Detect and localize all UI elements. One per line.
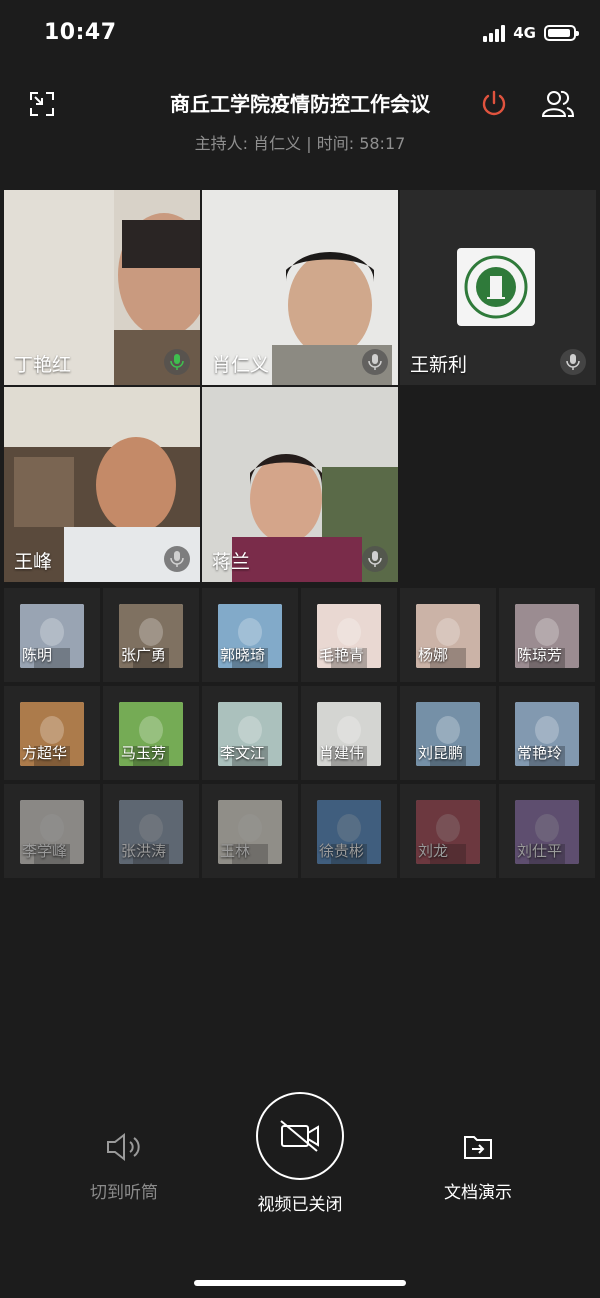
speaker-icon [107, 1132, 140, 1162]
share-document-icon [464, 1136, 492, 1159]
participant-thumbnail[interactable]: 王林 [202, 784, 298, 878]
power-icon[interactable] [474, 84, 514, 124]
participant-name: 马玉芳 [121, 744, 167, 762]
participant-name: 蒋兰 [212, 551, 251, 573]
participant-thumbnail[interactable]: 刘龙 [400, 784, 496, 878]
participant-name: 肖仁义 [212, 354, 270, 376]
participant-thumbnail[interactable]: 张洪涛 [103, 784, 199, 878]
participant-thumbnail[interactable]: 李学峰 [4, 784, 100, 878]
video-tile[interactable]: 蒋兰 [202, 387, 398, 582]
participant-name: 张洪涛 [121, 842, 167, 860]
participant-name: 张广勇 [121, 646, 167, 664]
participant-thumbnail[interactable]: 肖建伟 [301, 686, 397, 780]
participant-name: 李学峰 [22, 842, 68, 860]
participant-thumbnail[interactable]: 方超华 [4, 686, 100, 780]
participant-thumbnail[interactable]: 李文江 [202, 686, 298, 780]
participant-thumbnail[interactable]: 徐贵彬 [301, 784, 397, 878]
participant-name: 徐贵彬 [319, 842, 365, 860]
participant-name: 丁艳红 [14, 354, 72, 376]
participant-thumbnail[interactable]: 杨娜 [400, 588, 496, 682]
participant-thumbnail[interactable]: 常艳玲 [499, 686, 595, 780]
participant-thumbnail[interactable]: 郭晓琦 [202, 588, 298, 682]
video-tile[interactable]: 王新利 [400, 190, 596, 385]
participant-name: 杨娜 [418, 646, 449, 664]
microphone-icon [362, 349, 388, 375]
participants-icon[interactable] [538, 84, 578, 124]
participant-name: 王林 [220, 842, 251, 860]
microphone-icon [164, 349, 190, 375]
share-label: 文档演示 [444, 1183, 512, 1203]
home-indicator [194, 1280, 406, 1286]
participant-name: 李文江 [220, 744, 266, 762]
participant-name: 常艳玲 [517, 744, 563, 762]
participant-thumbnail[interactable]: 刘昆鹏 [400, 686, 496, 780]
participant-thumbnail[interactable]: 毛艳青 [301, 588, 397, 682]
participant-name: 郭晓琦 [220, 646, 266, 664]
microphone-icon [560, 349, 586, 375]
network-type: 4G [513, 24, 536, 42]
participant-name: 刘仕平 [517, 842, 563, 860]
microphone-icon [164, 546, 190, 572]
switch-to-earpiece-button[interactable]: 切到听筒 [78, 1130, 170, 1203]
participant-name: 刘昆鹏 [418, 744, 464, 762]
video-tile[interactable]: 丁艳红 [4, 190, 200, 385]
status-time: 10:47 [44, 20, 117, 45]
camera-off-icon [256, 1092, 344, 1180]
university-logo [457, 248, 535, 326]
meeting-subtitle: 主持人: 肖仁义 | 时间: 58:17 [194, 134, 406, 153]
battery-icon [544, 25, 579, 41]
participant-thumbnail[interactable]: 张广勇 [103, 588, 199, 682]
signal-icon [483, 24, 506, 42]
status-bar: 10:47 4G [0, 0, 600, 70]
participant-name: 方超华 [22, 744, 68, 762]
video-tile[interactable]: 王峰 [4, 387, 200, 582]
video-label: 视频已关闭 [257, 1195, 343, 1215]
participant-name: 毛艳青 [319, 646, 365, 664]
participant-name: 陈明 [22, 646, 53, 664]
participant-name: 刘龙 [418, 842, 449, 860]
participant-name: 王新利 [410, 354, 468, 376]
video-toggle-button[interactable]: 视频已关闭 [250, 1092, 350, 1215]
share-document-button[interactable]: 文档演示 [432, 1130, 524, 1203]
participant-thumbnail[interactable]: 刘仕平 [499, 784, 595, 878]
participant-name: 陈琼芳 [517, 646, 563, 664]
participant-thumbnail[interactable]: 马玉芳 [103, 686, 199, 780]
participant-thumbnail[interactable]: 陈琼芳 [499, 588, 595, 682]
participant-thumbnail[interactable]: 陈明 [4, 588, 100, 682]
status-indicators: 4G [483, 24, 579, 42]
microphone-icon [362, 546, 388, 572]
video-tile[interactable]: 肖仁义 [202, 190, 398, 385]
meeting-header: 商丘工学院疫情防控工作会议 主持人: 肖仁义 | 时间: 58:17 [0, 78, 600, 168]
speaker-label: 切到听筒 [90, 1183, 158, 1203]
participant-name: 王峰 [14, 551, 53, 573]
bottom-controls: 切到听筒 视频已关闭 文档演示 [0, 1092, 600, 1240]
participant-name: 肖建伟 [319, 744, 365, 762]
